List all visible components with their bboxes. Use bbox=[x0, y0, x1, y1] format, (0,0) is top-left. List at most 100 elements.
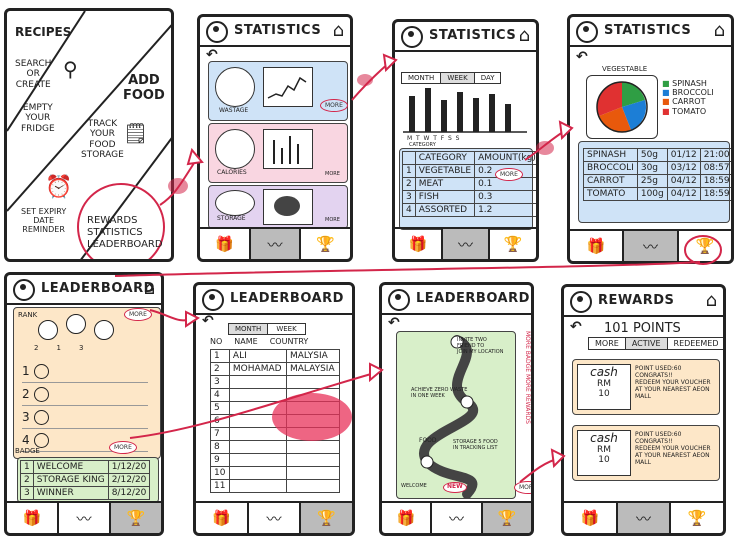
wastage-card[interactable]: WASTAGE bbox=[208, 61, 348, 121]
podium-avatar-icon[interactable] bbox=[66, 314, 86, 334]
chart-icon[interactable]: 〰 bbox=[250, 229, 302, 259]
home-icon[interactable]: ⌂ bbox=[519, 25, 530, 46]
table-row[interactable]: 3 bbox=[210, 375, 340, 389]
magnifier-icon[interactable]: ⚲ bbox=[63, 57, 78, 81]
table-row[interactable]: 10 bbox=[210, 466, 340, 480]
table-row[interactable]: 1 WELCOME 1/12/20 bbox=[20, 460, 151, 474]
list-item[interactable]: 3 bbox=[22, 406, 148, 429]
table-row[interactable]: CARROT 25g 04/12 18:59 bbox=[583, 174, 731, 188]
table-row[interactable]: TOMATO 100g 04/12 18:59 bbox=[583, 187, 731, 201]
bottom-nav: 🎁 〰 🏆 bbox=[196, 501, 352, 533]
trophy-icon[interactable]: 🏆 bbox=[301, 229, 350, 259]
set-expiry-label[interactable]: SET EXPIRY DATE REMINDER bbox=[21, 207, 66, 235]
avatar-icon[interactable] bbox=[576, 21, 598, 43]
add-food-label[interactable]: ADD FOOD bbox=[123, 73, 165, 103]
calories-more-button[interactable]: MORE bbox=[325, 171, 340, 178]
table-row[interactable]: 2 STORAGE KING 2/12/20 bbox=[20, 473, 151, 487]
home-icon[interactable]: ⌂ bbox=[706, 290, 717, 311]
tab-week[interactable]: WEEK bbox=[441, 73, 475, 84]
category-more-button[interactable]: MORE bbox=[495, 168, 523, 181]
tab-month[interactable]: MONTH bbox=[402, 73, 442, 84]
back-arrow-icon[interactable]: ↶ bbox=[570, 319, 582, 335]
avatar-icon[interactable] bbox=[13, 279, 35, 301]
track-food-label[interactable]: TRACK YOUR FOOD STORAGE bbox=[81, 119, 124, 160]
trophy-icon[interactable]: 🏆 bbox=[671, 503, 723, 533]
tab-day[interactable]: DAY bbox=[475, 73, 501, 83]
tab-redeemed[interactable]: REDEEMED bbox=[668, 338, 723, 349]
gift-icon[interactable]: 🎁 bbox=[196, 503, 249, 533]
back-arrow-icon[interactable]: ↶ bbox=[202, 313, 214, 329]
table-row[interactable]: 2 MOHAMAD MALAYSIA bbox=[210, 362, 340, 376]
food-label: FOOD bbox=[419, 437, 437, 444]
chart-icon[interactable]: 〰 bbox=[432, 503, 483, 533]
tab-active[interactable]: ACTIVE bbox=[625, 338, 668, 350]
recipes-label[interactable]: RECIPES bbox=[15, 25, 71, 39]
trophy-icon[interactable]: 🏆 bbox=[482, 503, 531, 533]
cash-voucher-icon: cash RM 10 bbox=[577, 430, 631, 476]
back-arrow-icon[interactable]: ↶ bbox=[388, 315, 400, 331]
avatar-icon[interactable] bbox=[206, 21, 228, 43]
rank-more-button[interactable]: MORE bbox=[124, 308, 152, 321]
badge-more-button[interactable]: MORE bbox=[109, 441, 137, 454]
table-row[interactable]: 11 bbox=[210, 479, 340, 493]
storage-more-button[interactable]: MORE bbox=[325, 217, 340, 224]
table-row[interactable]: 2 MEAT 0.1 bbox=[402, 177, 536, 191]
col-amount: AMOUNT(kg) bbox=[474, 151, 536, 165]
trophy-icon[interactable]: 🏆 bbox=[301, 503, 352, 533]
table-row[interactable]: 3 FISH 0.3 bbox=[402, 190, 536, 204]
trophy-icon[interactable]: 🏆 bbox=[490, 229, 536, 259]
calories-card[interactable]: CALORIES MORE bbox=[208, 123, 348, 183]
table-row[interactable]: 3 WINNER 8/12/20 bbox=[20, 486, 151, 500]
podium-avatar-icon[interactable] bbox=[38, 320, 58, 340]
tab-week[interactable]: WEEK bbox=[268, 324, 304, 334]
list-item[interactable]: 1 bbox=[22, 360, 148, 383]
wastage-more-button[interactable]: MORE bbox=[320, 99, 348, 112]
rewards-screen: REWARDS ⌂ ↶ 101 POINTS MORE ACTIVE REDEE… bbox=[561, 284, 726, 536]
tab-more[interactable]: MORE bbox=[589, 338, 626, 350]
bar-wed bbox=[441, 100, 447, 132]
avatar-icon[interactable] bbox=[388, 289, 410, 311]
tab-month[interactable]: MONTH bbox=[229, 324, 269, 335]
table-row[interactable]: BROCCOLI 30g 03/12 08:57 bbox=[583, 161, 731, 175]
voucher-card[interactable]: cash RM 10 POINT USED:60 CONGRATS!! REDE… bbox=[572, 425, 720, 481]
storage-card[interactable]: STORAGE MORE bbox=[208, 185, 348, 229]
chart-icon[interactable]: 〰 bbox=[59, 503, 111, 533]
home-icon[interactable]: ⌂ bbox=[714, 20, 725, 41]
chart-icon[interactable]: 〰 bbox=[249, 503, 302, 533]
table-row[interactable]: SPINASH 50g 01/12 21:00 bbox=[583, 148, 731, 162]
podium-avatar-icon[interactable] bbox=[94, 320, 114, 340]
gift-icon[interactable]: 🎁 bbox=[564, 503, 618, 533]
side-more-rewards[interactable]: MORE BADGE MORE REWARDS bbox=[520, 331, 531, 424]
gift-icon[interactable]: 🎁 bbox=[395, 229, 443, 259]
search-create-label[interactable]: SEARCH OR CREATE bbox=[15, 59, 51, 90]
podium-numbers: 2 1 3 bbox=[34, 344, 84, 352]
empty-fridge-label[interactable]: EMPTY YOUR FRIDGE bbox=[21, 103, 55, 134]
avatar-icon[interactable] bbox=[570, 291, 592, 313]
chart-icon[interactable]: 〰 bbox=[617, 503, 672, 533]
chart-icon[interactable]: 〰 bbox=[624, 231, 679, 261]
chart-icon[interactable]: 〰 bbox=[442, 229, 491, 259]
bar-thu bbox=[457, 92, 463, 132]
rewards-statistics-leaderboard-label[interactable]: REWARDS STATISTICS LEADERBOARD bbox=[87, 215, 163, 251]
list-item[interactable]: 2 bbox=[22, 383, 148, 406]
new-badge[interactable]: NEW bbox=[443, 482, 467, 493]
gift-icon[interactable]: 🎁 bbox=[7, 503, 59, 533]
home-icon[interactable]: ⌂ bbox=[144, 278, 155, 299]
voucher-card[interactable]: cash RM 10 POINT USED:60 CONGRATS!! REDE… bbox=[572, 359, 720, 415]
gift-icon[interactable]: 🎁 bbox=[570, 231, 625, 261]
avatar-icon[interactable] bbox=[401, 26, 423, 48]
table-row[interactable]: 9 bbox=[210, 453, 340, 467]
home-icon[interactable]: ⌂ bbox=[333, 20, 344, 41]
header: STATISTICS ⌂ bbox=[395, 22, 536, 52]
table-row[interactable]: 8 bbox=[210, 440, 340, 454]
table-row[interactable]: 4 ASSORTED 1.2 bbox=[402, 203, 536, 217]
back-arrow-icon[interactable]: ↶ bbox=[576, 49, 588, 65]
avatar-icon[interactable] bbox=[202, 289, 224, 311]
table-row[interactable]: 1 ALI MALYSIA bbox=[210, 349, 340, 363]
path-more-button[interactable]: MORE bbox=[514, 481, 531, 494]
trophy-icon[interactable]: 🏆 bbox=[111, 503, 161, 533]
col-no: NO bbox=[210, 337, 223, 346]
gift-icon[interactable]: 🎁 bbox=[382, 503, 433, 533]
trophy-icon[interactable]: 🏆 bbox=[679, 231, 731, 261]
gift-icon[interactable]: 🎁 bbox=[200, 229, 251, 259]
